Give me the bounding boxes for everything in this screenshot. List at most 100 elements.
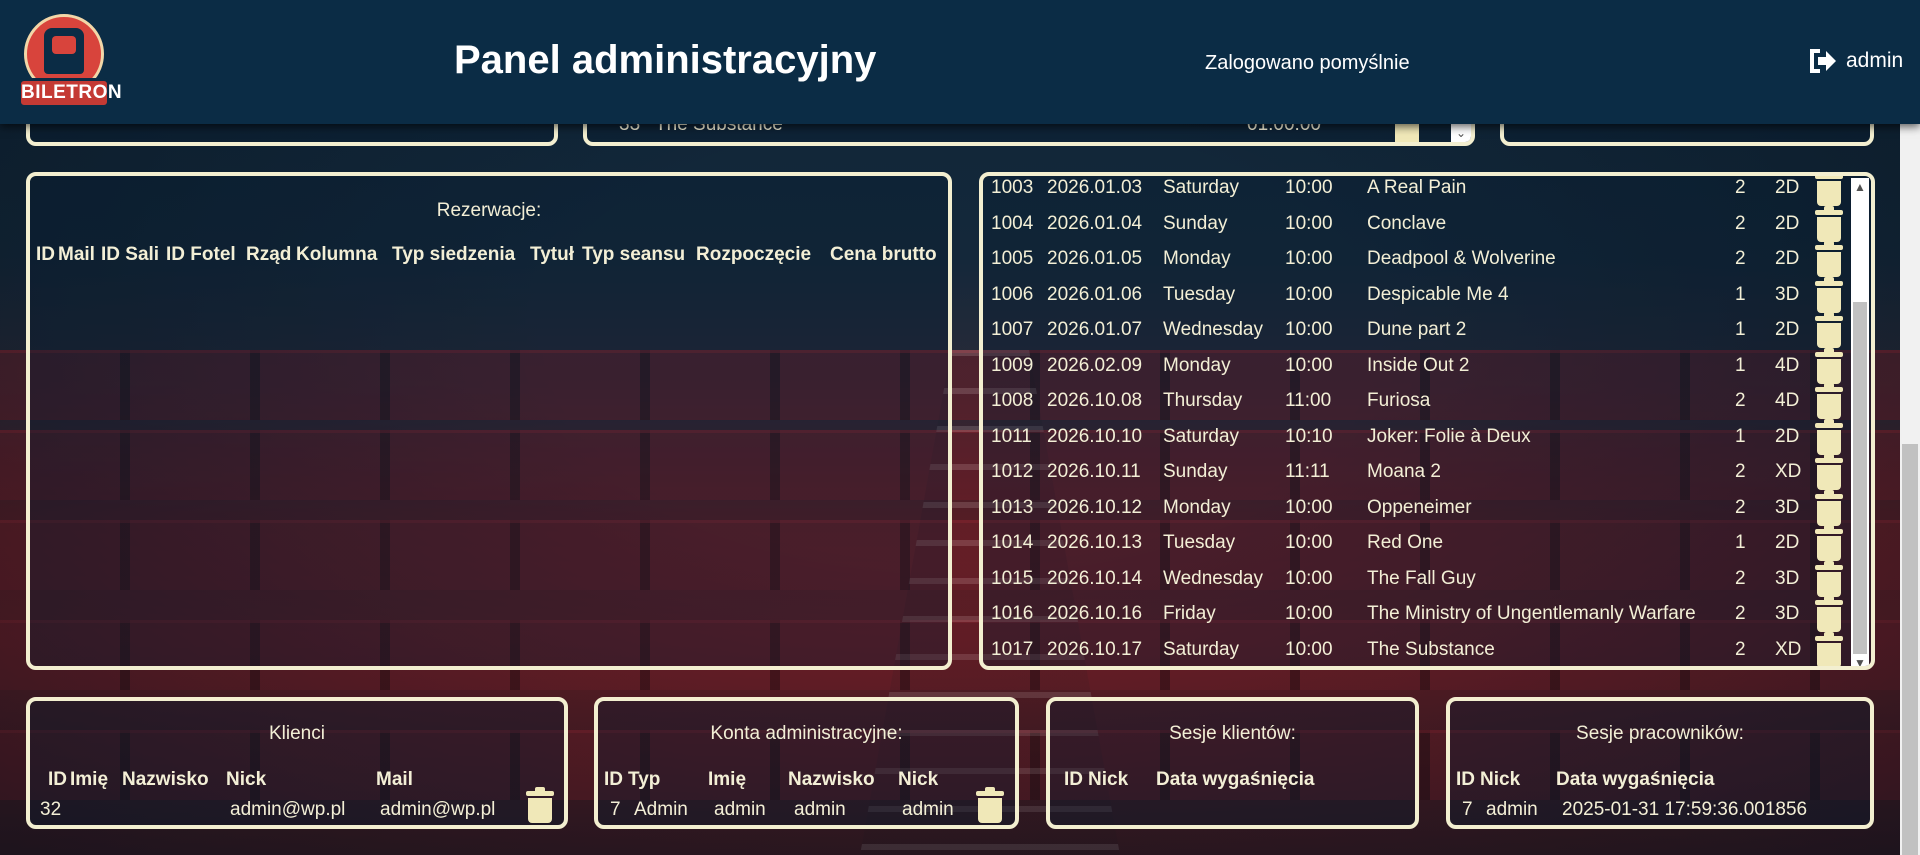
- schedule-date: 2026.10.16: [1047, 603, 1143, 624]
- col-title: Tytuł: [530, 244, 574, 265]
- admin-id: 7: [610, 799, 621, 820]
- schedule-day: Wednesday: [1163, 567, 1263, 589]
- schedule-list[interactable]: 1003 2026.01.03 Saturday 10:00 A Real Pain 2 2…: [983, 176, 1853, 666]
- schedule-type: 2D: [1775, 319, 1800, 340]
- trash-icon[interactable]: [976, 787, 1004, 823]
- schedule-hall: 2: [1735, 390, 1746, 411]
- schedule-date: 2026.01.04: [1047, 212, 1143, 234]
- biletron-logo[interactable]: BILETRON: [18, 14, 122, 110]
- schedule-date: 2026.01.06: [1047, 283, 1143, 305]
- schedule-title: Deadpool & Wolverine: [1367, 248, 1556, 269]
- schedule-id: 1008: [991, 390, 1034, 411]
- trash-icon[interactable]: [1815, 176, 1843, 206]
- clients-col-last-name: Nazwisko: [122, 769, 209, 790]
- client-mail: admin@wp.pl: [380, 799, 496, 820]
- schedule-type: 3D: [1775, 603, 1800, 624]
- schedule-day: Saturday: [1163, 425, 1240, 447]
- trash-icon[interactable]: [1815, 418, 1843, 455]
- trash-icon[interactable]: [1815, 596, 1843, 632]
- schedule-id: 1017: [991, 638, 1034, 660]
- schedule-type: 4D: [1775, 354, 1800, 376]
- schedule-row: 1009 2026.02.09 Monday 10:00 Inside Out 2 1 4D: [983, 347, 1863, 385]
- trash-icon[interactable]: [1815, 489, 1843, 526]
- schedule-type: 2D: [1775, 212, 1800, 234]
- trash-icon[interactable]: [1815, 383, 1843, 419]
- trash-icon[interactable]: [1815, 276, 1843, 313]
- col-gross-price: Cena brutto: [830, 244, 937, 265]
- schedule-hall: 2: [1735, 177, 1746, 198]
- schedule-id: 1016: [991, 603, 1034, 624]
- schedule-scrollbar[interactable]: ▲ ▼: [1851, 178, 1869, 666]
- schedule-time: 10:00: [1285, 354, 1333, 376]
- schedule-hall: 2: [1735, 496, 1746, 518]
- client-sessions-col-nick: Nick: [1088, 769, 1129, 790]
- schedule-hall: 2: [1735, 567, 1746, 589]
- schedule-time: 10:10: [1285, 425, 1333, 447]
- page-title: Panel administracyjny: [454, 38, 877, 82]
- employee-session-nick: admin: [1486, 799, 1538, 820]
- schedule-day: Monday: [1163, 354, 1231, 376]
- schedule-hall: 1: [1735, 425, 1746, 447]
- logout-icon: [1810, 49, 1836, 73]
- employee-sessions-col-id: ID: [1456, 769, 1475, 790]
- trash-icon[interactable]: [1815, 241, 1843, 277]
- trash-icon[interactable]: [1815, 205, 1843, 242]
- schedule-title: Furiosa: [1367, 390, 1431, 411]
- trash-icon[interactable]: [1815, 560, 1843, 597]
- schedule-time: 10:00: [1285, 603, 1333, 624]
- admin-last-name: admin: [794, 799, 846, 820]
- admins-col-last-name: Nazwisko: [788, 769, 875, 790]
- trash-icon[interactable]: [1815, 631, 1843, 666]
- schedule-row: 1017 2026.10.17 Saturday 10:00 The Substance…: [983, 631, 1863, 666]
- cinema-seat-icon: [44, 28, 84, 74]
- client-sessions-title: Sesje klientów:: [1169, 723, 1296, 744]
- trash-icon[interactable]: [1815, 525, 1843, 561]
- schedule-id: 1015: [991, 567, 1034, 589]
- logout-button[interactable]: admin: [1806, 46, 1903, 76]
- employee-sessions-panel: Sesje pracowników: ID Nick Data wygaśnię…: [1446, 697, 1874, 829]
- schedule-date: 2026.10.13: [1047, 532, 1143, 553]
- admin-accounts-title: Konta administracyjne:: [710, 723, 903, 744]
- header-bar: BILETRON Panel administracyjny Zalogowan…: [0, 0, 1920, 124]
- schedule-time: 10:00: [1285, 177, 1333, 198]
- schedule-day: Sunday: [1163, 461, 1228, 482]
- schedule-time: 10:00: [1285, 567, 1333, 589]
- schedule-row: 1016 2026.10.16 Friday 10:00 The Ministry of…: [983, 596, 1863, 633]
- reservations-title: Rezerwacje:: [436, 200, 542, 221]
- schedule-day: Monday: [1163, 496, 1231, 518]
- clients-col-id: ID: [48, 769, 67, 790]
- schedule-title: Despicable Me 4: [1367, 283, 1509, 305]
- employee-session-id: 7: [1462, 799, 1473, 820]
- schedule-row: 1014 2026.10.13 Tuesday 10:00 Red One 1 2D: [983, 525, 1863, 562]
- trash-icon[interactable]: [1815, 454, 1843, 490]
- schedule-day: Friday: [1163, 603, 1216, 624]
- schedule-type: XD: [1775, 461, 1802, 482]
- col-show-type: Typ seansu: [582, 244, 686, 265]
- schedule-date: 2026.01.03: [1047, 177, 1143, 198]
- schedule-type: 2D: [1775, 532, 1800, 553]
- scroll-down-button[interactable]: ▼: [1851, 654, 1869, 666]
- client-sessions-panel: Sesje klientów: ID Nick Data wygaśnięcia: [1046, 697, 1419, 829]
- scroll-thumb[interactable]: [1853, 302, 1867, 654]
- schedule-type: 3D: [1775, 496, 1800, 518]
- admin-type: Admin: [634, 799, 688, 820]
- page-scrollbar[interactable]: [1900, 124, 1920, 855]
- clients-title: Klienci: [269, 723, 325, 744]
- client-nick: admin@wp.pl: [230, 799, 346, 820]
- trash-icon[interactable]: [1815, 347, 1843, 384]
- admin-nick: admin: [902, 799, 954, 820]
- col-hall-id: ID Sali: [101, 244, 160, 265]
- scroll-up-button[interactable]: ▲: [1851, 178, 1869, 196]
- trash-icon[interactable]: [526, 787, 554, 823]
- clients-col-mail: Mail: [376, 769, 413, 790]
- col-start: Rozpoczęcie: [696, 244, 812, 265]
- col-column: Kolumna: [296, 244, 378, 265]
- trash-icon[interactable]: [1815, 312, 1843, 348]
- schedule-date: 2026.02.09: [1047, 354, 1143, 376]
- page-scroll-thumb[interactable]: [1902, 444, 1918, 855]
- schedule-hall: 1: [1735, 532, 1746, 553]
- col-mail: Mail: [58, 244, 95, 265]
- schedule-id: 1012: [991, 461, 1034, 482]
- scroll-down-button[interactable]: ⌄: [1451, 122, 1471, 142]
- admins-col-first-name: Imię: [708, 769, 747, 790]
